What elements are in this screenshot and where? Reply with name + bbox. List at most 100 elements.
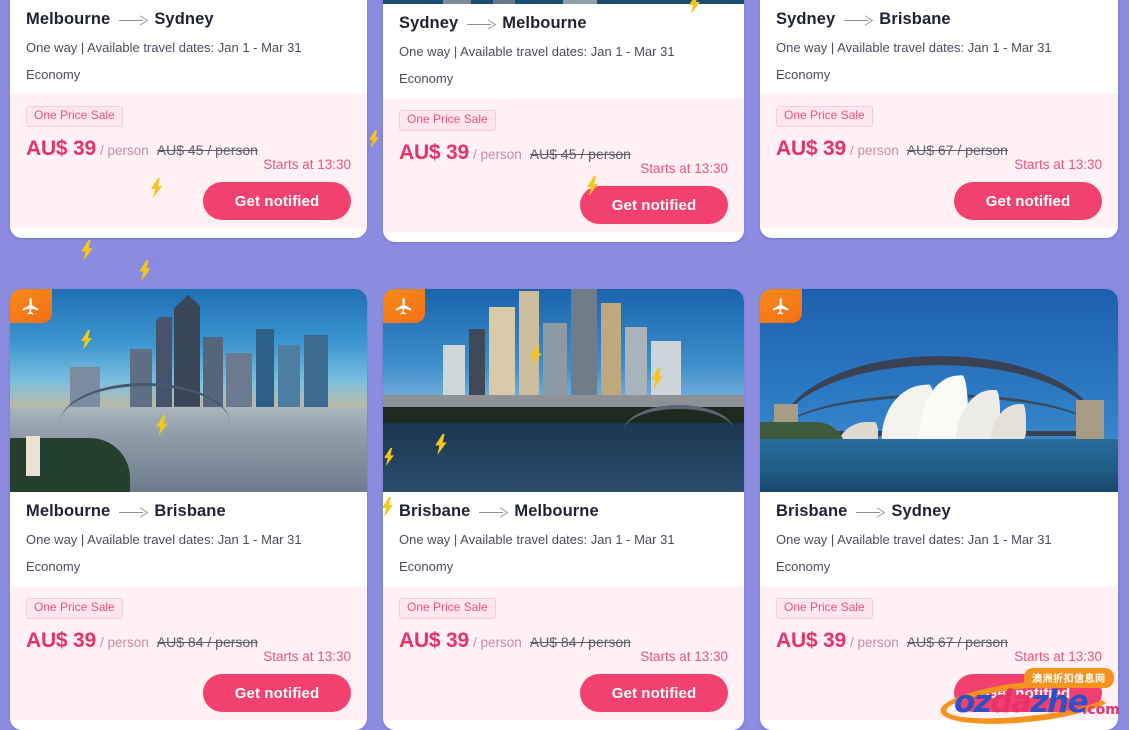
destination-city: Melbourne <box>514 502 599 520</box>
travel-dates-meta: One way | Available travel dates: Jan 1 … <box>776 532 1052 547</box>
lightning-bolt-icon <box>150 178 164 198</box>
card-price-section: One Price Sale AU$ 39 / person AU$ 84 / … <box>383 586 744 720</box>
route-line: Brisbane Sydney <box>776 502 1102 521</box>
card-info: Melbourne Sydney One way | Available tra… <box>10 0 367 94</box>
lightning-bolt-icon <box>381 497 395 517</box>
card-info: Sydney Melbourne One way | Available tra… <box>383 4 744 98</box>
origin-city: Melbourne <box>26 502 111 520</box>
price-current: AU$ 39 <box>399 140 470 164</box>
price-unit: / person <box>473 634 522 650</box>
arrow-right-icon <box>844 15 870 25</box>
card-price-section: One Price Sale AU$ 39 / person AU$ 67 / … <box>760 94 1118 228</box>
cabin-class: Economy <box>399 559 454 574</box>
price-current: AU$ 39 <box>776 628 847 652</box>
get-notified-button[interactable]: Get notified <box>203 674 351 712</box>
cabin-class: Economy <box>776 559 831 574</box>
lightning-bolt-icon <box>586 176 600 196</box>
cabin-class: Economy <box>399 71 454 86</box>
lightning-bolt-icon <box>80 240 95 261</box>
cabin-class: Economy <box>776 67 831 82</box>
starts-at-label: Starts at 13:30 <box>263 649 351 664</box>
travel-dates-meta: One way | Available travel dates: Jan 1 … <box>26 532 302 547</box>
get-notified-button[interactable]: Get notified <box>580 186 728 224</box>
card-photo-brisbane-river-sunset <box>10 289 367 492</box>
lightning-bolt-icon <box>688 0 702 14</box>
origin-city: Sydney <box>776 10 836 28</box>
price-original: AU$ 67 / person <box>906 141 1008 158</box>
price-unit: / person <box>473 146 522 162</box>
lightning-bolt-icon <box>138 260 153 281</box>
price-original: AU$ 45 / person <box>156 141 258 158</box>
sale-badge: One Price Sale <box>26 598 123 619</box>
price-current: AU$ 39 <box>26 136 97 160</box>
deal-card-melbourne-sydney[interactable]: Melbourne Sydney One way | Available tra… <box>10 0 367 238</box>
starts-at-label: Starts at 13:30 <box>263 157 351 172</box>
travel-dates-meta: One way | Available travel dates: Jan 1 … <box>776 40 1052 55</box>
price-original: AU$ 45 / person <box>529 145 631 162</box>
airplane-icon <box>10 289 52 323</box>
get-notified-button[interactable]: Get notified <box>203 182 351 220</box>
route-line: Sydney Melbourne <box>399 14 728 33</box>
get-notified-button[interactable]: Get notified <box>580 674 728 712</box>
deal-card-melbourne-brisbane[interactable]: Melbourne Brisbane One way | Available t… <box>10 289 367 730</box>
lightning-bolt-icon <box>383 448 396 466</box>
origin-city: Brisbane <box>399 502 471 520</box>
destination-city: Brisbane <box>879 10 951 28</box>
sale-badge: One Price Sale <box>776 598 873 619</box>
arrow-right-icon <box>467 19 493 29</box>
price-current: AU$ 39 <box>399 628 470 652</box>
cabin-class: Economy <box>26 67 81 82</box>
route-line: Melbourne Brisbane <box>26 502 351 521</box>
get-notified-button[interactable]: Get notified <box>954 182 1102 220</box>
destination-city: Sydney <box>154 10 214 28</box>
destination-city: Brisbane <box>154 502 226 520</box>
price-original: AU$ 67 / person <box>906 633 1008 650</box>
deal-card-brisbane-sydney[interactable]: Brisbane Sydney One way | Available trav… <box>760 289 1118 730</box>
deal-card-sydney-brisbane[interactable]: Sydney Brisbane One way | Available trav… <box>760 0 1118 238</box>
starts-at-label: Starts at 13:30 <box>640 161 728 176</box>
deal-card-brisbane-melbourne[interactable]: Brisbane Melbourne One way | Available t… <box>383 289 744 730</box>
cabin-class: Economy <box>26 559 81 574</box>
starts-at-label: Starts at 13:30 <box>1014 649 1102 664</box>
price-original: AU$ 84 / person <box>156 633 258 650</box>
price-original: AU$ 84 / person <box>529 633 631 650</box>
origin-city: Melbourne <box>26 10 111 28</box>
deal-card-sydney-melbourne[interactable]: Sydney Melbourne One way | Available tra… <box>383 0 744 242</box>
origin-city: Brisbane <box>776 502 848 520</box>
route-line: Melbourne Sydney <box>26 10 351 29</box>
price-unit: / person <box>100 142 149 158</box>
sale-badge: One Price Sale <box>399 110 496 131</box>
arrow-right-icon <box>119 15 145 25</box>
starts-at-label: Starts at 13:30 <box>640 649 728 664</box>
card-price-section: One Price Sale AU$ 39 / person AU$ 84 / … <box>10 586 367 720</box>
lightning-bolt-icon <box>80 330 94 350</box>
airplane-icon <box>383 289 425 323</box>
card-price-section: One Price Sale AU$ 39 / person AU$ 45 / … <box>383 98 744 232</box>
route-line: Brisbane Melbourne <box>399 502 728 521</box>
card-info: Brisbane Sydney One way | Available trav… <box>760 492 1118 586</box>
lightning-bolt-icon <box>368 130 381 148</box>
destination-city: Melbourne <box>502 14 587 32</box>
starts-at-label: Starts at 13:30 <box>1014 157 1102 172</box>
price-unit: / person <box>100 634 149 650</box>
route-line: Sydney Brisbane <box>776 10 1102 29</box>
card-photo-melbourne-yarra-river <box>383 289 744 492</box>
card-price-section: One Price Sale AU$ 39 / person AU$ 45 / … <box>10 94 367 228</box>
destination-city: Sydney <box>891 502 951 520</box>
get-notified-button[interactable]: Get notified <box>954 674 1102 712</box>
origin-city: Sydney <box>399 14 459 32</box>
deals-page: Melbourne Sydney One way | Available tra… <box>0 0 1129 730</box>
arrow-right-icon <box>119 507 145 517</box>
card-info: Melbourne Brisbane One way | Available t… <box>10 492 367 586</box>
arrow-right-icon <box>856 507 882 517</box>
lightning-bolt-icon <box>529 345 544 366</box>
airplane-icon <box>760 289 802 323</box>
lightning-bolt-icon <box>650 368 665 389</box>
card-photo-sydney-opera-house-harbour-bridge <box>760 289 1118 492</box>
lightning-bolt-icon <box>434 434 449 455</box>
sale-badge: One Price Sale <box>26 106 123 127</box>
sale-badge: One Price Sale <box>399 598 496 619</box>
card-info: Sydney Brisbane One way | Available trav… <box>760 0 1118 94</box>
card-price-section: One Price Sale AU$ 39 / person AU$ 67 / … <box>760 586 1118 720</box>
arrow-right-icon <box>479 507 505 517</box>
